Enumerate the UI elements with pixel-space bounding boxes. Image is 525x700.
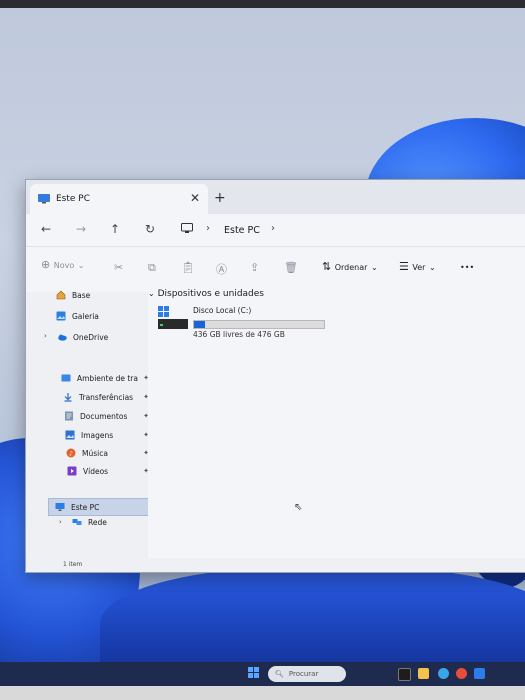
- address-bar[interactable]: Este PC: [224, 225, 260, 236]
- sidebar-item-label: Galeria: [72, 311, 99, 321]
- chevron-right-icon[interactable]: ›: [44, 332, 47, 340]
- sidebar-item-desktop[interactable]: Ambiente de tra ✦: [61, 370, 149, 386]
- sort-button[interactable]: ⇅ Ordenar ⌄: [322, 260, 378, 273]
- sidebar-item-label: Imagens: [81, 430, 114, 440]
- store-icon[interactable]: [474, 668, 485, 679]
- sidebar-item-base[interactable]: Base: [56, 287, 90, 303]
- chevron-down-icon: ⌄: [370, 263, 378, 272]
- image-icon: [65, 430, 75, 440]
- sidebar-item-label: Base: [72, 290, 91, 300]
- document-icon: [65, 411, 73, 421]
- drive-icon: [158, 306, 188, 329]
- cloud-icon: [58, 334, 67, 341]
- sidebar-item-downloads[interactable]: Transferências ✦: [63, 389, 149, 405]
- chevron-down-icon: ⌄: [148, 289, 155, 298]
- group-header-label: Dispositivos e unidades: [157, 289, 264, 299]
- gallery-icon: [56, 311, 66, 321]
- tab-title: Este PC: [56, 194, 91, 204]
- view-label: Ver: [412, 263, 426, 272]
- folder-icon[interactable]: [418, 668, 429, 679]
- sort-icon: ⇅: [322, 260, 332, 273]
- forward-icon[interactable]: →: [76, 222, 86, 236]
- home-icon: [56, 290, 66, 300]
- up-icon[interactable]: ↑: [110, 222, 120, 236]
- back-icon[interactable]: ←: [41, 222, 51, 236]
- refresh-icon[interactable]: ↻: [145, 222, 155, 236]
- new-button[interactable]: ⊕ Novo ⌄: [41, 258, 84, 271]
- tab-este-pc[interactable]: Este PC ✕: [30, 184, 208, 214]
- close-tab-icon[interactable]: ✕: [190, 191, 200, 205]
- file-explorer-window: Este PC ✕ + ← → ↑ ↻ › Este PC › ⊕ Novo ⌄…: [25, 179, 525, 573]
- sidebar-item-label: Rede: [88, 517, 107, 527]
- chevron-down-icon: ⌄: [77, 261, 85, 270]
- search-placeholder: Procurar: [288, 670, 319, 678]
- group-header[interactable]: ⌄ Dispositivos e unidades: [148, 289, 264, 299]
- drive-free-space: 436 GB livres de 476 GB: [193, 330, 285, 339]
- sidebar-item-images[interactable]: Imagens ✦: [65, 427, 149, 443]
- sidebar-item-label: OneDrive: [73, 332, 109, 342]
- sidebar-item-documents[interactable]: Documentos ✦: [64, 408, 149, 424]
- rename-icon[interactable]: Ⓐ: [216, 261, 227, 277]
- chevron-down-icon: ⌄: [428, 263, 436, 272]
- new-label: Novo: [53, 261, 75, 270]
- mouse-cursor-icon: ⇖: [294, 502, 303, 513]
- cut-icon[interactable]: ✂: [114, 261, 123, 274]
- network-icon: [72, 519, 82, 525]
- new-tab-button[interactable]: +: [214, 190, 226, 206]
- sidebar-item-videos[interactable]: Vídeos ✦: [67, 463, 149, 479]
- sort-label: Ordenar: [334, 263, 368, 272]
- taskbar-search[interactable]: 🔍︎ Procurar: [268, 666, 346, 682]
- sidebar-item-label: Documentos: [80, 411, 128, 421]
- sidebar-item-label: Este PC: [71, 502, 100, 512]
- sidebar-item-galeria[interactable]: Galeria: [56, 308, 99, 324]
- chevron-right-icon[interactable]: ›: [59, 518, 62, 526]
- chevron-right-icon: ›: [206, 223, 210, 234]
- tab-bar: Este PC ✕ +: [26, 180, 525, 214]
- file-list-pane: ⌄ Dispositivos e unidades Disco Local (C…: [148, 289, 525, 558]
- delete-icon[interactable]: 🗑︎: [284, 261, 298, 274]
- more-options-icon[interactable]: •••: [460, 263, 474, 272]
- sidebar-item-label: Música: [82, 448, 108, 458]
- item-count: 1 item: [63, 561, 83, 568]
- navigation-pane: Base Galeria › OneDrive Ambiente de tra …: [26, 291, 150, 558]
- search-icon: 🔍︎: [275, 670, 284, 678]
- sidebar-item-rede[interactable]: Rede: [72, 514, 107, 530]
- plus-circle-icon: ⊕: [41, 258, 51, 271]
- command-bar: ⊕ Novo ⌄ ✂ ⧉ 📋︎ Ⓐ ⇪ 🗑︎ ⇅ Ordenar ⌄ ☰ Ver…: [26, 246, 525, 294]
- video-icon: [67, 466, 77, 476]
- sidebar-item-onedrive[interactable]: OneDrive: [57, 329, 108, 345]
- status-bar: 1 item: [26, 558, 525, 572]
- share-icon[interactable]: ⇪: [250, 261, 259, 274]
- start-icon[interactable]: [248, 667, 260, 679]
- sidebar-item-label: Vídeos: [83, 466, 109, 476]
- sidebar-item-music[interactable]: ♪ Música ✦: [66, 445, 149, 461]
- chevron-right-icon[interactable]: ›: [271, 223, 275, 234]
- drive-usage-bar: [193, 320, 325, 329]
- monitor-icon: [181, 223, 193, 233]
- sidebar-item-label: Ambiente de tra: [77, 373, 138, 383]
- drive-item-c[interactable]: Disco Local (C:) 436 GB livres de 476 GB: [158, 306, 358, 346]
- taskbar: 🔍︎ Procurar: [0, 662, 525, 686]
- monitor-bezel-bottom: [0, 686, 525, 700]
- copy-icon[interactable]: ⧉: [148, 261, 156, 275]
- chrome-icon[interactable]: [456, 668, 467, 679]
- pc-icon: [55, 503, 65, 511]
- desktop-icon: [61, 374, 71, 382]
- music-icon: ♪: [66, 448, 76, 458]
- sidebar-item-label: Transferências: [79, 392, 134, 402]
- drive-usage-fill: [194, 321, 205, 328]
- pc-icon: [38, 194, 50, 204]
- svg-text:♪: ♪: [69, 450, 73, 457]
- task-view-icon[interactable]: [398, 668, 411, 681]
- drive-name: Disco Local (C:): [193, 306, 252, 315]
- paste-icon[interactable]: 📋︎: [181, 261, 195, 274]
- view-icon: ☰: [399, 260, 409, 273]
- view-button[interactable]: ☰ Ver ⌄: [399, 260, 436, 273]
- navigation-bar: ← → ↑ ↻ › Este PC ›: [26, 214, 525, 246]
- download-icon: [64, 393, 72, 402]
- edge-icon[interactable]: [438, 668, 449, 679]
